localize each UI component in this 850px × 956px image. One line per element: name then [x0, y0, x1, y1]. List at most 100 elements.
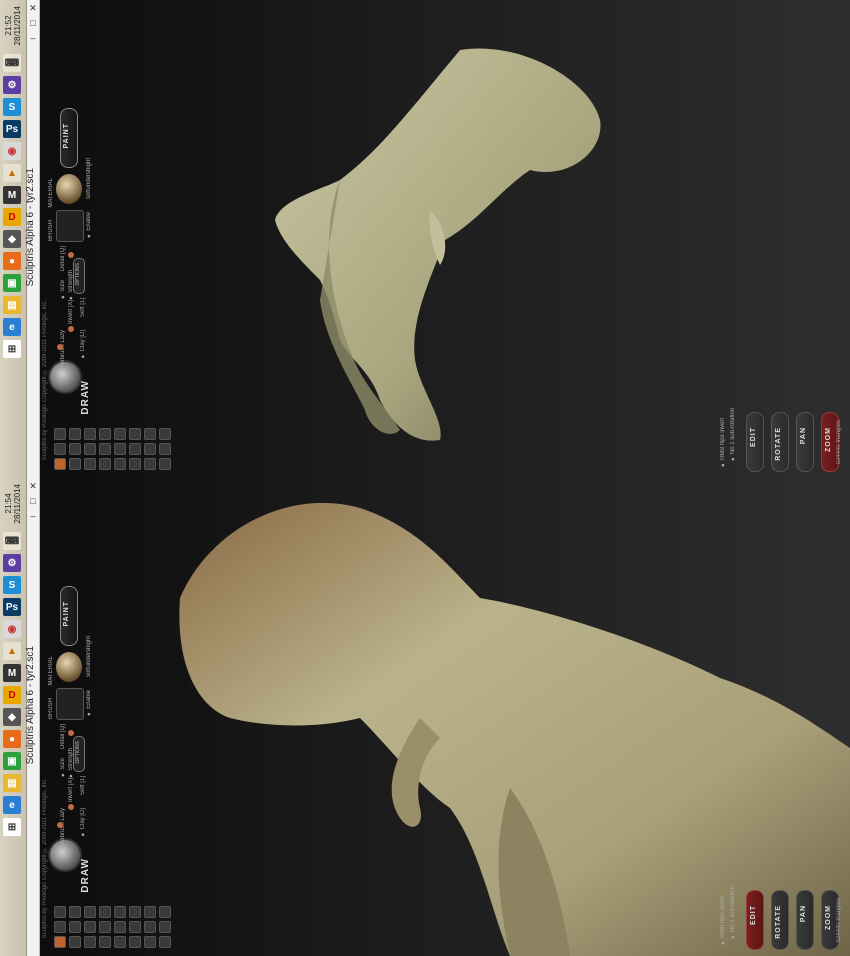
tool-button[interactable]	[54, 906, 66, 918]
detail-slider[interactable]	[68, 252, 74, 258]
tool-button[interactable]	[129, 458, 141, 470]
app-icon[interactable]: ◆	[3, 230, 21, 248]
tool-button[interactable]	[54, 428, 66, 440]
tool-button[interactable]	[84, 458, 96, 470]
enable-option[interactable]: ● Enable	[86, 690, 92, 716]
keyboard-icon[interactable]: ⌨	[3, 54, 21, 72]
draw-tool-button[interactable]	[54, 936, 66, 948]
skype-icon[interactable]: S	[3, 576, 21, 594]
detail-slider[interactable]	[68, 730, 74, 736]
tool-button[interactable]	[129, 443, 141, 455]
skype-icon[interactable]: S	[3, 98, 21, 116]
taskbar-clock[interactable]: 21:54 28/11/2014	[0, 482, 26, 526]
tool-button[interactable]	[99, 428, 111, 440]
store-icon[interactable]: ▣	[3, 752, 21, 770]
maximize-icon[interactable]: □	[28, 18, 38, 30]
tool-button[interactable]	[144, 443, 156, 455]
ie-icon[interactable]: e	[3, 318, 21, 336]
viewport[interactable]: Sculptris by Pixologic Copyright © 2009-…	[40, 0, 850, 478]
edit-button[interactable]: EDIT	[746, 412, 764, 472]
tool-button[interactable]	[159, 428, 171, 440]
enable-option[interactable]: ● Enable	[86, 212, 92, 238]
d-icon[interactable]: D	[3, 686, 21, 704]
tool-button[interactable]	[54, 443, 66, 455]
windows-logo-icon[interactable]: ⊞	[3, 818, 21, 836]
tool-button[interactable]	[84, 906, 96, 918]
size-slider[interactable]	[57, 822, 63, 828]
tool-button[interactable]	[69, 443, 81, 455]
rotate-button[interactable]: ROTATE	[771, 890, 789, 950]
tool-button[interactable]	[129, 428, 141, 440]
draw-tool-button[interactable]	[54, 458, 66, 470]
explorer-icon[interactable]: ▤	[3, 774, 21, 792]
tool-button[interactable]	[144, 458, 156, 470]
tool-button[interactable]	[99, 906, 111, 918]
rotate-button[interactable]: ROTATE	[771, 412, 789, 472]
tool-button[interactable]	[99, 458, 111, 470]
tool-button[interactable]	[69, 906, 81, 918]
tool-button[interactable]	[99, 443, 111, 455]
paint-button[interactable]: PAINT	[60, 586, 78, 646]
strength-slider[interactable]	[68, 326, 74, 332]
tool-button[interactable]	[69, 936, 81, 948]
m-icon[interactable]: M	[3, 186, 21, 204]
tool-button[interactable]	[69, 921, 81, 933]
ie-icon[interactable]: e	[3, 796, 21, 814]
clay-option[interactable]: ● Clay [D]	[80, 808, 86, 837]
a-icon[interactable]: ▲	[3, 164, 21, 182]
app-icon[interactable]: ◆	[3, 708, 21, 726]
d-icon[interactable]: D	[3, 208, 21, 226]
ps-icon[interactable]: Ps	[3, 120, 21, 138]
viewport[interactable]: Sculptris by Pixologic Copyright © 2009-…	[40, 478, 850, 956]
dinosaur-model[interactable]	[120, 488, 850, 956]
tool-button[interactable]	[144, 428, 156, 440]
pan-button[interactable]: PAN	[796, 890, 814, 950]
close-icon[interactable]: ✕	[28, 481, 38, 493]
chrome-icon[interactable]: ◉	[3, 620, 21, 638]
size-slider[interactable]	[57, 344, 63, 350]
soft-option[interactable]: Soft [1]	[80, 776, 86, 795]
options-button[interactable]: OPTIONS	[73, 736, 85, 772]
store-icon[interactable]: ▣	[3, 274, 21, 292]
material-picker[interactable]	[56, 174, 82, 204]
tool-button[interactable]	[114, 458, 126, 470]
firefox-icon[interactable]: ●	[3, 730, 21, 748]
tool-button[interactable]	[159, 443, 171, 455]
keyboard-icon[interactable]: ⌨	[3, 532, 21, 550]
minimize-icon[interactable]: –	[28, 511, 38, 523]
close-icon[interactable]: ✕	[28, 3, 38, 15]
tool-button[interactable]	[84, 428, 96, 440]
options-button[interactable]: OPTIONS	[73, 258, 85, 294]
pan-button[interactable]: PAN	[796, 412, 814, 472]
dinosaur-model[interactable]	[230, 40, 610, 460]
tool-button[interactable]	[99, 921, 111, 933]
chrome-icon[interactable]: ◉	[3, 142, 21, 160]
material-picker[interactable]	[56, 652, 82, 682]
strength-slider[interactable]	[68, 804, 74, 810]
gear-icon[interactable]: ⚙	[3, 554, 21, 572]
m-icon[interactable]: M	[3, 664, 21, 682]
tool-button[interactable]	[159, 458, 171, 470]
tool-button[interactable]	[99, 936, 111, 948]
clay-option[interactable]: ● Clay [D]	[80, 330, 86, 359]
tool-button[interactable]	[84, 443, 96, 455]
brush-picker[interactable]	[56, 688, 84, 720]
maximize-icon[interactable]: □	[28, 496, 38, 508]
edit-button[interactable]: EDIT	[746, 890, 764, 950]
tool-button[interactable]	[69, 458, 81, 470]
tool-button[interactable]	[69, 428, 81, 440]
firefox-icon[interactable]: ●	[3, 252, 21, 270]
tool-button[interactable]	[114, 443, 126, 455]
brush-picker[interactable]	[56, 210, 84, 242]
paint-button[interactable]: PAINT	[60, 108, 78, 168]
tool-button[interactable]	[114, 428, 126, 440]
explorer-icon[interactable]: ▤	[3, 296, 21, 314]
soft-option[interactable]: Soft [1]	[80, 298, 86, 317]
gear-icon[interactable]: ⚙	[3, 76, 21, 94]
taskbar-clock[interactable]: 21:52 28/11/2014	[0, 4, 26, 48]
ps-icon[interactable]: Ps	[3, 598, 21, 616]
a-icon[interactable]: ▲	[3, 642, 21, 660]
windows-logo-icon[interactable]: ⊞	[3, 340, 21, 358]
tool-button[interactable]	[84, 921, 96, 933]
minimize-icon[interactable]: –	[28, 33, 38, 45]
